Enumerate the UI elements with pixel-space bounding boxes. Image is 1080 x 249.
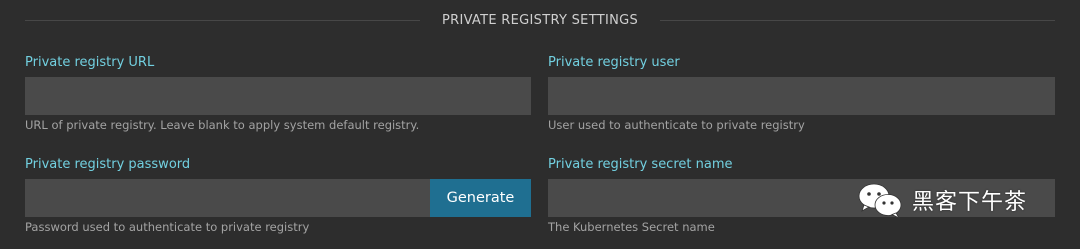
registry-user-field: Private registry user User used to authe… [548, 54, 1055, 138]
registry-url-input-row [25, 77, 531, 115]
section-divider-left [25, 19, 420, 21]
registry-user-label: Private registry user [548, 55, 680, 70]
section-title: PRIVATE REGISTRY SETTINGS [441, 12, 639, 28]
registry-password-label: Private registry password [25, 157, 191, 172]
registry-url-label: Private registry URL [25, 55, 155, 70]
watermark: 黑客下午茶 [856, 180, 1027, 220]
section-header: PRIVATE REGISTRY SETTINGS [25, 6, 1056, 34]
registry-user-input-row [548, 77, 1055, 115]
registry-url-field: Private registry URL URL of private regi… [25, 54, 531, 138]
registry-password-input[interactable] [25, 179, 430, 217]
registry-user-input[interactable] [548, 77, 1055, 115]
secret-name-label: Private registry secret name [548, 157, 733, 172]
registry-url-help: URL of private registry. Leave blank to … [25, 118, 420, 132]
registry-password-field: Private registry password Generate Passw… [25, 156, 531, 240]
wechat-logo-icon [858, 183, 902, 219]
watermark-text: 黑客下午茶 [912, 190, 1028, 215]
secret-name-help: The Kubernetes Secret name [548, 220, 715, 234]
registry-url-input[interactable] [25, 77, 531, 115]
generate-password-button[interactable]: Generate [430, 179, 531, 217]
section-divider-right [660, 19, 1056, 21]
registry-password-input-row: Generate [25, 179, 531, 217]
registry-user-help: User used to authenticate to private reg… [548, 118, 805, 132]
registry-password-help: Password used to authenticate to private… [25, 220, 310, 234]
registry-settings-panel: PRIVATE REGISTRY SETTINGS Private regist… [0, 0, 1080, 249]
